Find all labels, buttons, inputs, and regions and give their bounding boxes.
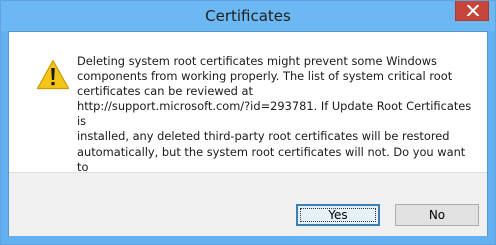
- no-button[interactable]: No: [395, 204, 479, 226]
- yes-button[interactable]: Yes: [296, 204, 380, 226]
- close-icon: [467, 5, 479, 16]
- dialog-window: Certificates Deleting system root certif…: [0, 0, 496, 245]
- message-area: Deleting system root certificates might …: [9, 32, 487, 189]
- close-button[interactable]: [455, 1, 489, 21]
- button-bar: Yes No: [9, 172, 487, 236]
- yes-button-label: Yes: [328, 208, 348, 222]
- title-bar[interactable]: Certificates: [1, 1, 495, 31]
- window-title: Certificates: [205, 7, 291, 25]
- dialog-client-area: Deleting system root certificates might …: [8, 31, 488, 236]
- dialog-message: Deleting system root certificates might …: [77, 54, 472, 189]
- warning-icon: [36, 59, 70, 90]
- no-button-label: No: [428, 208, 446, 222]
